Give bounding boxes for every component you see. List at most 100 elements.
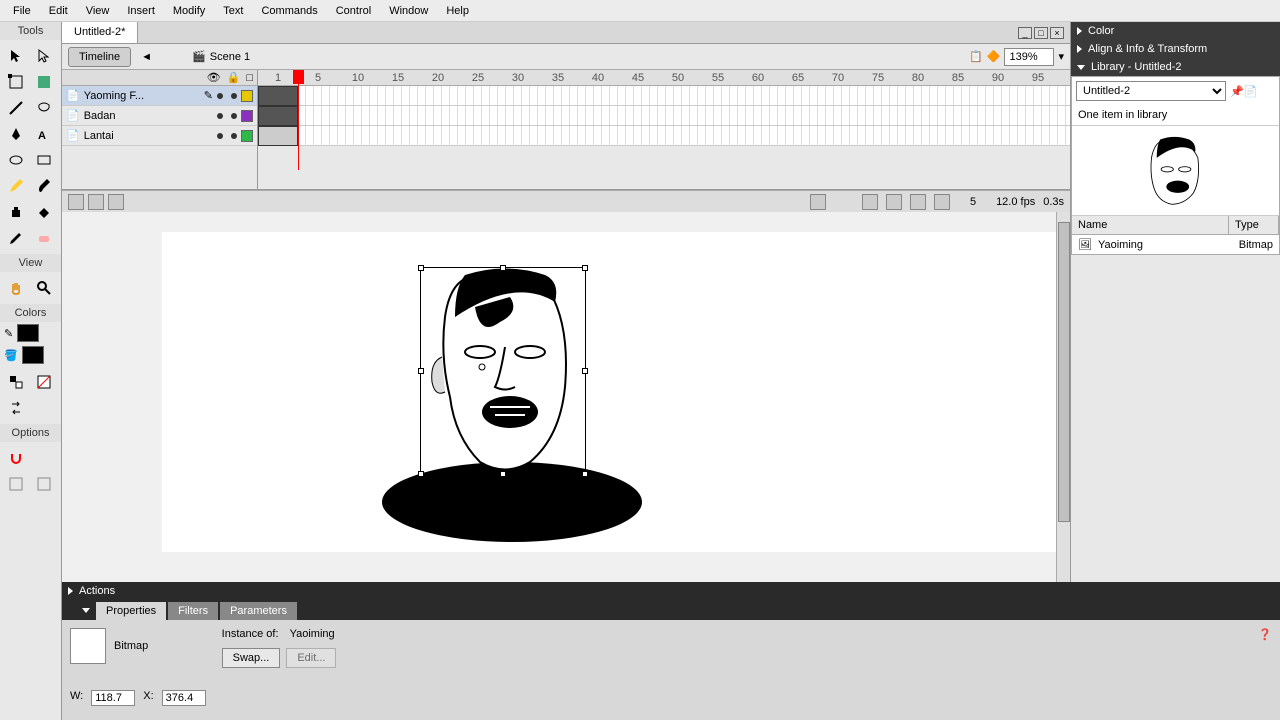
scene-name[interactable]: Scene 1 [210,51,250,63]
fill-color-swatch[interactable] [22,346,44,364]
black-white-btn[interactable] [4,370,28,394]
menu-commands[interactable]: Commands [252,5,326,17]
handle-ml[interactable] [418,368,424,374]
canvas-area[interactable] [62,212,1070,604]
center-frame-btn[interactable] [862,194,878,210]
gradient-tool[interactable] [32,70,56,94]
tab-properties[interactable]: Properties [96,602,166,620]
pencil-tool[interactable] [4,174,28,198]
doc-tab-untitled[interactable]: Untitled-2* [62,22,138,43]
timeline-toggle[interactable]: Timeline [68,47,131,67]
straighten-btn[interactable] [32,472,56,496]
menu-help[interactable]: Help [437,5,478,17]
line-tool[interactable] [4,96,28,120]
actions-panel-header[interactable]: Actions [62,582,1280,600]
menu-window[interactable]: Window [380,5,437,17]
eraser-tool[interactable] [32,226,56,250]
handle-br[interactable] [582,471,588,477]
close-btn[interactable]: × [1050,27,1064,39]
col-name[interactable]: Name [1072,216,1229,234]
layer-badan[interactable]: 📄 Badan [62,106,257,126]
layer-lantai[interactable]: 📄 Lantai [62,126,257,146]
tab-filters[interactable]: Filters [168,602,218,620]
edit-frames-btn[interactable] [934,194,950,210]
add-layer-btn[interactable] [68,194,84,210]
delete-layer-btn[interactable] [810,194,826,210]
menu-view[interactable]: View [77,5,119,17]
zoom-input[interactable] [1004,48,1054,66]
frame-ruler[interactable]: 1 5 10 15 20 25 30 35 40 45 50 55 60 65 … [258,70,1070,86]
edit-scene-icon[interactable]: 📋 [969,50,983,63]
library-panel-header[interactable]: Library - Untitled-2 [1071,58,1280,76]
zoom-tool[interactable] [32,276,56,300]
v-scrollbar[interactable] [1056,212,1070,590]
hand-tool[interactable] [4,276,28,300]
oval-tool[interactable] [4,148,28,172]
edit-symbols-icon[interactable]: 🔶 [987,50,1001,63]
onion-skin-btn[interactable] [886,194,902,210]
handle-bl[interactable] [418,471,424,477]
handle-tr[interactable] [582,265,588,271]
lasso-tool[interactable] [32,96,56,120]
eye-icon[interactable]: 👁 [207,71,221,84]
pin-icon[interactable]: 📌 [1230,85,1244,98]
smooth-btn[interactable] [4,472,28,496]
menu-modify[interactable]: Modify [164,5,214,17]
library-doc-select[interactable]: Untitled-2 [1076,81,1226,101]
snap-btn[interactable] [4,446,28,470]
new-lib-icon[interactable]: 📄 [1244,85,1258,98]
stage[interactable] [162,232,1062,552]
frame-row[interactable] [258,126,1070,146]
swap-button[interactable]: Swap... [222,648,281,668]
frames-panel[interactable]: 1 5 10 15 20 25 30 35 40 45 50 55 60 65 … [258,70,1070,189]
outline-icon[interactable]: □ [246,72,253,84]
tab-parameters[interactable]: Parameters [220,602,297,620]
minimize-btn[interactable]: _ [1018,27,1032,39]
color-panel-header[interactable]: Color [1071,22,1280,40]
x-input[interactable] [162,690,206,706]
handle-tl[interactable] [418,265,424,271]
handle-tm[interactable] [500,265,506,271]
no-color-btn[interactable] [32,370,56,394]
stroke-color-swatch[interactable] [17,324,39,342]
back-arrow-icon[interactable]: ◄ [141,51,152,63]
subselection-tool[interactable] [32,44,56,68]
pen-tool[interactable] [4,122,28,146]
help-icon[interactable]: ❓ [1258,629,1272,641]
layer-color-swatch[interactable] [241,130,253,142]
add-folder-btn[interactable] [108,194,124,210]
handle-mr[interactable] [582,368,588,374]
edit-button[interactable]: Edit... [286,648,336,668]
zoom-dropdown-icon[interactable]: ▾ [1058,50,1064,63]
add-motion-guide-btn[interactable] [88,194,104,210]
playhead[interactable] [298,70,299,170]
menu-edit[interactable]: Edit [40,5,77,17]
menu-file[interactable]: File [4,5,40,17]
menu-control[interactable]: Control [327,5,380,17]
paint-bucket-tool[interactable] [32,200,56,224]
free-transform-tool[interactable] [4,70,28,94]
handle-bm[interactable] [500,471,506,477]
layer-color-swatch[interactable] [241,110,253,122]
text-tool[interactable]: A [32,122,56,146]
eyedropper-tool[interactable] [4,226,28,250]
selected-bitmap[interactable] [420,267,586,475]
menu-insert[interactable]: Insert [118,5,164,17]
frame-row[interactable] [258,86,1070,106]
swap-colors-btn[interactable] [4,396,28,420]
onion-outline-btn[interactable] [910,194,926,210]
menu-text[interactable]: Text [214,5,252,17]
rectangle-tool[interactable] [32,148,56,172]
layer-yaoming[interactable]: 📄 Yaoming F... ✎ [62,86,257,106]
layer-color-swatch[interactable] [241,90,253,102]
lock-icon[interactable]: 🔒 [227,71,241,84]
ink-bottle-tool[interactable] [4,200,28,224]
align-panel-header[interactable]: Align & Info & Transform [1071,40,1280,58]
col-type[interactable]: Type [1229,216,1279,234]
width-input[interactable] [91,690,135,706]
frame-row[interactable] [258,106,1070,126]
selection-tool[interactable] [4,44,28,68]
maximize-btn[interactable]: □ [1034,27,1048,39]
brush-tool[interactable] [32,174,56,198]
library-item[interactable]: 🖼 Yaoiming Bitmap [1072,235,1279,254]
